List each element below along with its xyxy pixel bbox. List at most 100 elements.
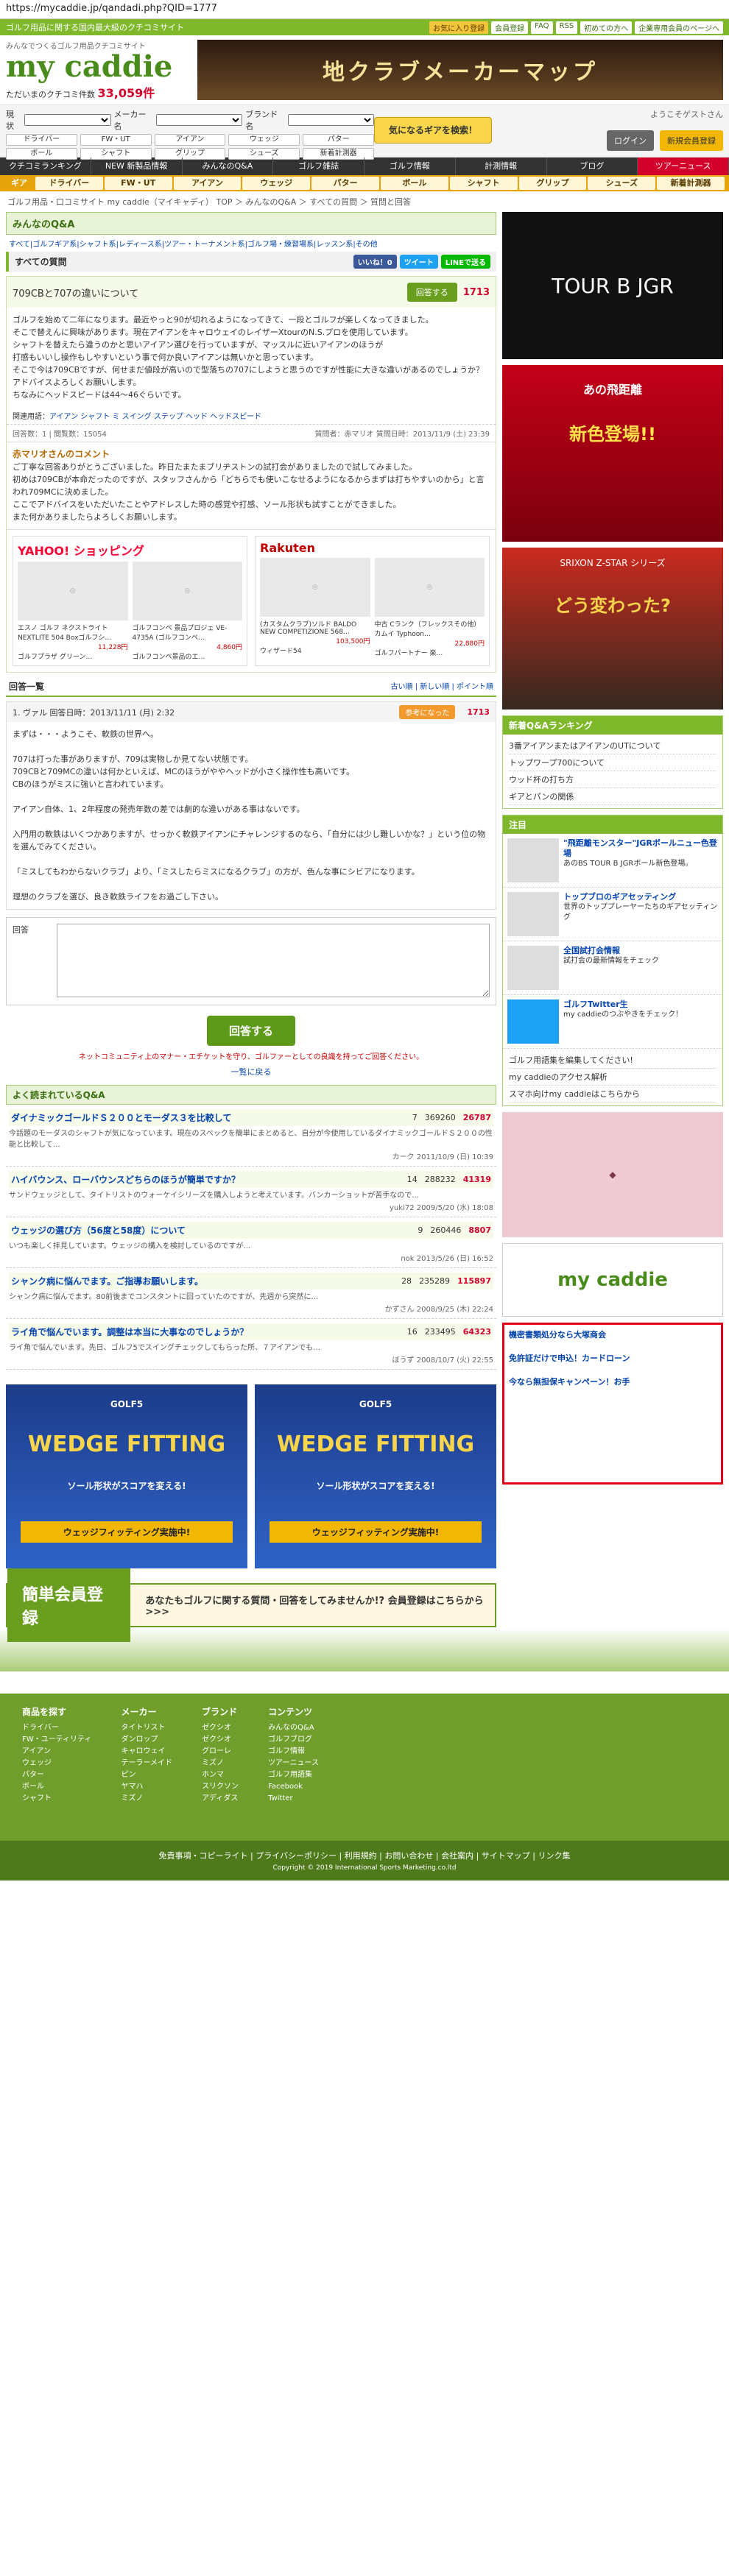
sort-links[interactable]: 古い順 | 新しい順 | ポイント順 xyxy=(391,680,493,693)
gear-search-button[interactable]: 気になるギアを検索！ xyxy=(374,117,492,144)
jgr-ad[interactable]: TOUR B JGR xyxy=(502,212,723,359)
main-nav: クチコミランキング NEW 新製品情報 みんなのQ&A ゴルフ雑誌 ゴルフ情報 … xyxy=(0,158,729,175)
cat-putter[interactable]: パター xyxy=(303,134,374,146)
shop-item[interactable]: ◎ エスノ ゴルフ ネクストライト NEXTLITE 504 Boxゴルフシ… 11… xyxy=(18,562,128,661)
logo-mark: my caddie xyxy=(6,49,173,84)
featured-item[interactable]: "飛距離モンスター"JGRボールニュー色登場 あのBS TOUR B JGRボール… xyxy=(503,834,722,888)
gear-shoes[interactable]: シューズ xyxy=(588,177,656,190)
gear-shaft[interactable]: シャフト xyxy=(449,177,518,190)
status-select[interactable] xyxy=(24,114,111,126)
gear-iron[interactable]: アイアン xyxy=(173,177,242,190)
helpful-button[interactable]: 参考になった xyxy=(399,705,456,719)
back-to-list-link[interactable]: 一覧に戻る xyxy=(231,1067,272,1077)
ranking-item[interactable]: トップワープ700について xyxy=(509,754,716,771)
gear-driver[interactable]: ドライバー xyxy=(35,177,103,190)
wedge-ad[interactable]: GOLF5 WEDGE FITTING ソール形状がスコアを変える! ウェッジフィッテ… xyxy=(255,1384,496,1568)
header: みんなでつくるゴルフ用品クチコミサイト my caddie ただいまのクチコミ件… xyxy=(0,35,729,105)
text-ads[interactable]: 機密書類処分なら大塚商会 免許証だけで申込！カードローン 今なら無担保キャンペーン！… xyxy=(502,1323,723,1485)
register-banner[interactable]: 簡単会員登録 あなたもゴルフに関する質問・回答をしてみませんか!? 会員登録はこち… xyxy=(6,1568,496,1642)
cat-iron[interactable]: アイアン xyxy=(154,134,226,146)
cat-fw-ut[interactable]: FW・UT xyxy=(80,134,152,146)
apparel-ad[interactable]: ◆ xyxy=(502,1112,723,1237)
side-link[interactable]: ゴルフ用語集を編集してください! xyxy=(509,1052,716,1069)
shop-item[interactable]: ◎ ゴルフコンペ 景品プロジェ VE-4735A (ゴルフコンペ… 4,860円 ゴル… xyxy=(132,562,242,661)
nav-info[interactable]: ゴルフ情報 xyxy=(364,158,456,175)
page-title: みんなのQ&A xyxy=(6,212,496,235)
nav-magazine[interactable]: ゴルフ雑誌 xyxy=(273,158,364,175)
rss-link[interactable]: RSS xyxy=(555,21,578,34)
popular-item[interactable]: ウェッジの選び方（56度と58度）について 9 260446 8807 いつも楽しく拝見… xyxy=(6,1217,496,1268)
register-link[interactable]: 会員登録 xyxy=(491,21,529,34)
manner-note: ネットコミュニティ上のマナー・エチケットを守り、ゴルファーとしての良識を持ってご… xyxy=(78,1053,424,1061)
ranking-item[interactable]: ギアとパンの関係 xyxy=(509,788,716,805)
review-count: ただいまのクチコミ件数 33,059件 xyxy=(6,86,155,100)
submit-answer-button[interactable]: 回答する xyxy=(207,1016,295,1046)
wedge-ad[interactable]: GOLF5 WEDGE FITTING ソール形状がスコアを変える! ウェッジフィッテ… xyxy=(6,1384,247,1568)
question-points: 1713 xyxy=(462,286,490,298)
popular-title: よく読まれているQ&A xyxy=(6,1085,496,1105)
side-link[interactable]: my caddieのアクセス解析 xyxy=(509,1069,716,1086)
sidebar: TOUR B JGR あの飛距離 新色登場!! SRIXON Z-STAR シリー… xyxy=(502,212,723,1627)
answer-body: まずは・・・ようこそ、軟鉄の世界へ。 707は打った事がありますが、709は実物… xyxy=(13,729,486,902)
nav-ranking[interactable]: クチコミランキング xyxy=(0,158,91,175)
answer-button[interactable]: 回答する xyxy=(406,283,457,302)
question-meta: 回答数：1 | 閲覧数：15054 質問者：赤マリオ 質問日時：2013/11/9… xyxy=(7,424,496,442)
popular-item[interactable]: ライ角で悩んでいます。調整は本当に大事なのでしょうか？ 16 233495 64323… xyxy=(6,1319,496,1370)
maker-select[interactable] xyxy=(156,114,243,126)
line-button[interactable]: LINEで送る xyxy=(440,255,490,269)
jgr-color-ad[interactable]: あの飛距離 新色登場!! xyxy=(502,365,723,542)
cat-wedge[interactable]: ウェッジ xyxy=(228,134,300,146)
asker-comment: 赤マリオさんのコメント ご丁寧な回答ありがとうございました。昨日たまたまブリヂス… xyxy=(7,442,496,529)
tweet-button[interactable]: ツイート xyxy=(399,255,438,269)
gear-ball[interactable]: ボール xyxy=(380,177,448,190)
gear-measure[interactable]: 新着計測器 xyxy=(657,177,725,190)
category-tabs[interactable]: すべて|ゴルフギア系|シャフト系|レディース系|ツアー・トーナメント系|ゴルフ場… xyxy=(6,235,496,252)
login-button[interactable]: ログイン xyxy=(607,130,654,151)
footer-nav[interactable]: 免責事項・コピーライト | プライバシーポリシー | 利用規約 | お問い合わせ… xyxy=(0,1850,729,1861)
maker-label: メーカー名 xyxy=(113,110,147,131)
popular-item[interactable]: シャンク病に悩んでます。ご指導お願いします。 28 235289 115897 シャンク… xyxy=(6,1268,496,1319)
popular-item[interactable]: ハイバウンス、ローバウンスどちらのほうが簡単ですか？ 14 288232 41319 サ… xyxy=(6,1167,496,1217)
cat-driver[interactable]: ドライバー xyxy=(6,134,77,146)
answer-textarea[interactable] xyxy=(57,924,490,997)
nav-measure[interactable]: 計測情報 xyxy=(456,158,547,175)
question-title: 709CBと707の違いについて xyxy=(13,288,139,300)
shop-item[interactable]: ◎ 中古 Cランク（フレックスその他）カムイ Typhoon… 22,880円 ゴルフ… xyxy=(374,558,485,657)
status-label: 現状 xyxy=(6,110,14,131)
related-tags[interactable]: 関連用語：アイアン シャフト ミ スイング ステップ ヘッド ヘッドスピード xyxy=(7,407,496,424)
site-logo[interactable]: みんなでつくるゴルフ用品クチコミサイト my caddie ただいまのクチコミ件… xyxy=(6,40,190,100)
gear-putter[interactable]: パター xyxy=(311,177,379,190)
featured-item[interactable]: ゴルフTwitter生 my caddieのつぶやきをチェック！ xyxy=(503,995,722,1049)
new-qa-ranking: 新着Q&Aランキング 3番アイアンまたはアイアンのUTについて トップワープ70… xyxy=(502,715,723,809)
signup-button[interactable]: 新規会員登録 xyxy=(660,130,723,151)
nav-qa[interactable]: みんなのQ&A xyxy=(183,158,274,175)
breadcrumb[interactable]: ゴルフ用品・口コミサイト my caddie（マイキャディ） TOP ＞ みんな… xyxy=(0,191,729,212)
gear-wedge[interactable]: ウェッジ xyxy=(242,177,311,190)
address-bar[interactable]: https://mycaddie.jp/qandadi.php?QID=1777 xyxy=(0,0,729,19)
brand-label: ブランド名 xyxy=(245,110,278,131)
popular-item[interactable]: ダイナミックゴールドＳ２００とモーダス３を比較して 7 369260 26787 今話題… xyxy=(6,1105,496,1167)
corporate-link[interactable]: 企業専用会員のページへ xyxy=(635,21,723,34)
gear-label: ギア xyxy=(11,178,27,188)
gear-grip[interactable]: グリップ xyxy=(518,177,587,190)
side-link[interactable]: スマホ向けmy caddieはこちらから xyxy=(509,1086,716,1103)
nav-tour-news[interactable]: ツアーニュース xyxy=(638,158,729,175)
beginner-link[interactable]: 初めての方へ xyxy=(580,21,633,34)
featured-item[interactable]: トップブロのギアセッティング 世界のトッププレーヤーたちのギアセッティング xyxy=(503,888,722,941)
asker-comment-title: 赤マリオさんのコメント xyxy=(13,449,110,459)
bookmark-link[interactable]: お気に入り登録 xyxy=(429,21,489,34)
maker-map-banner[interactable]: 地クラブメーカーマップ xyxy=(197,40,723,100)
nav-new-products[interactable]: NEW 新製品情報 xyxy=(91,158,183,175)
like-button[interactable]: いいね！0 xyxy=(353,255,397,269)
brand-select[interactable] xyxy=(287,114,375,126)
mycaddie-fb-box[interactable]: my caddie xyxy=(502,1243,723,1317)
gear-fw-ut[interactable]: FW・UT xyxy=(104,177,172,190)
top-strip: ゴルフ用品に関する国内最大級のクチコミサイト お気に入り登録 会員登録 FAQ … xyxy=(0,19,729,35)
faq-link[interactable]: FAQ xyxy=(531,21,553,34)
ranking-item[interactable]: 3番アイアンまたはアイアンのUTについて xyxy=(509,737,716,754)
srixon-ad[interactable]: SRIXON Z-STAR シリーズ どう変わった? xyxy=(502,548,723,710)
ranking-item[interactable]: ウッド杯の打ち方 xyxy=(509,771,716,788)
featured-item[interactable]: 全国試打会情報 試打会の最新情報をチェック xyxy=(503,941,722,995)
shop-item[interactable]: ◎ (カスタムクラブ)ソルド BALDO NEW COMPETIZIONE 568… xyxy=(260,558,370,657)
nav-blog[interactable]: ブログ xyxy=(547,158,638,175)
